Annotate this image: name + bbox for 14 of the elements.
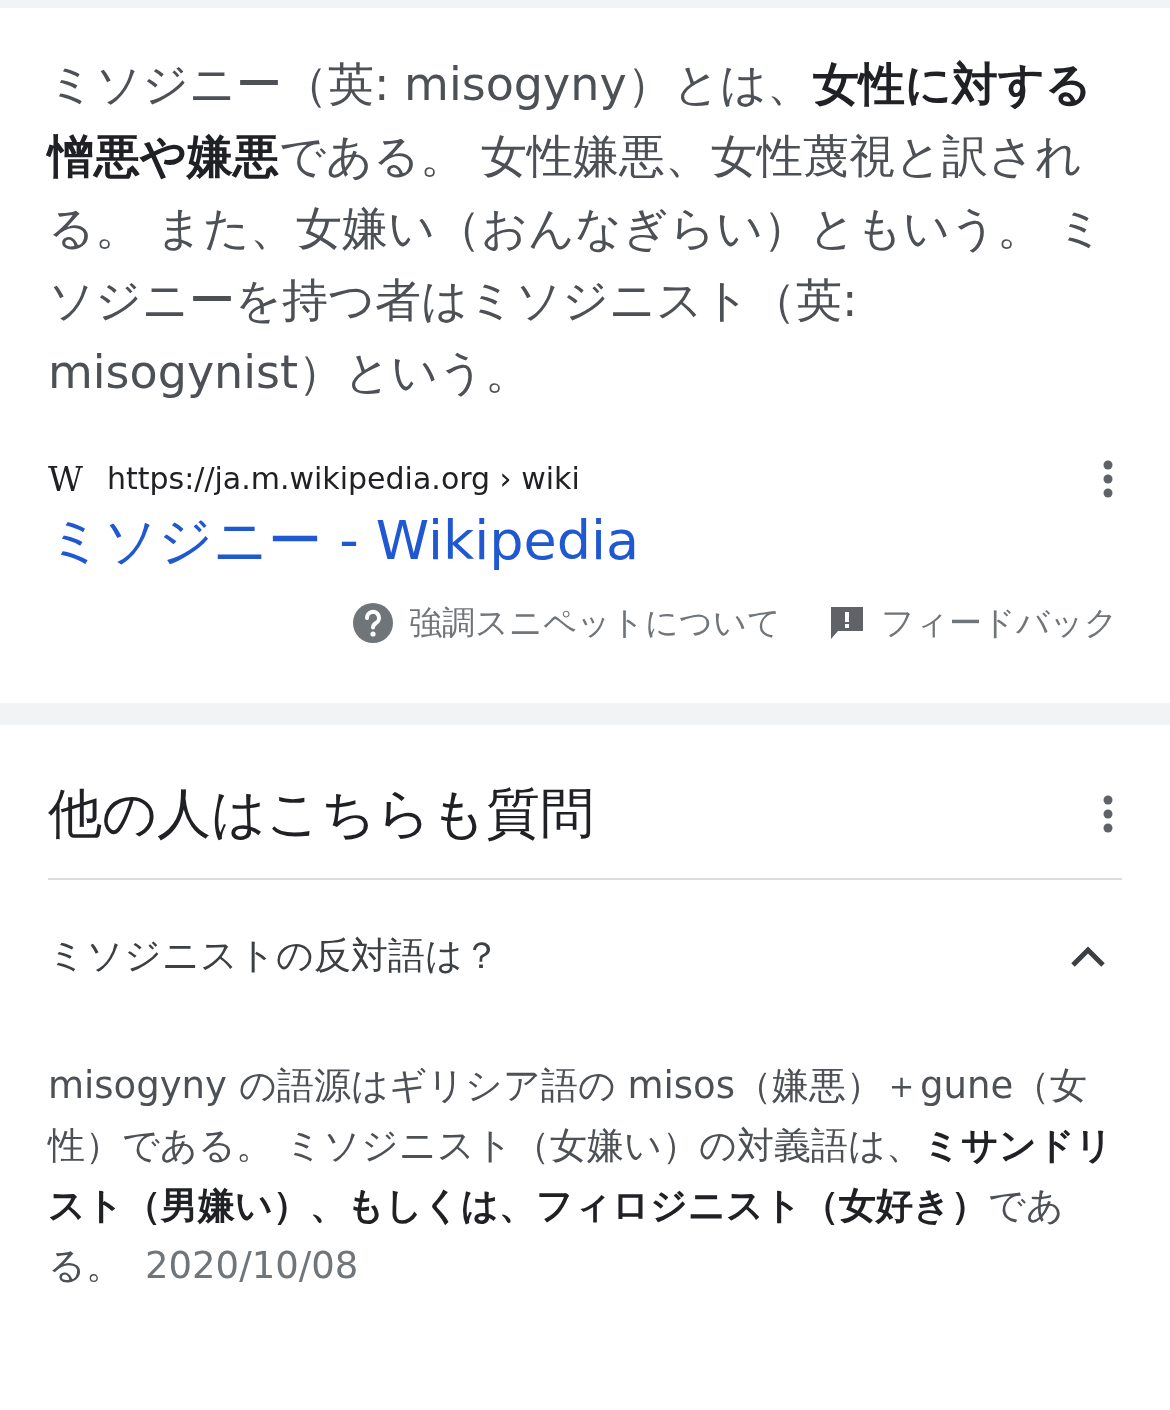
- feedback-icon: [829, 604, 865, 641]
- question-row[interactable]: ミソジニストの反対語は？: [48, 880, 1122, 1032]
- answer-text: misogyny の語源はギリシア語の misos（嫌悪）＋gune（女性）である。 ミソジニスト（女嫌い）の対義語は、ミサンドリスト（男嫌い）、もしくは、フィロジニスト（女好き）である。 2020/10/08: [48, 1062, 1114, 1289]
- url-text: https://ja.m.wikipedia.org › wiki: [106, 460, 581, 498]
- snippet-text: ミソジニー（英: misogyny）とは、女性に対する憎悪や嫌悪である。 女性嫌悪、女性蔑視と訳される。 また、女嫌い（おんなぎらい）ともいう。 ミソジニーを持つ者はミソジニスト（英: misogynist）という。: [48, 56, 1106, 401]
- result-title-link[interactable]: ミソジニー - Wikipedia: [48, 509, 640, 574]
- more-options-icon[interactable]: [1102, 459, 1114, 498]
- help-icon: [353, 602, 393, 643]
- site-logo: W: [48, 461, 83, 496]
- feedback-link[interactable]: フィードバック: [829, 597, 1118, 648]
- chevron-up-icon: [1070, 945, 1106, 968]
- more-options-icon[interactable]: [1102, 794, 1114, 833]
- section-heading: 他の人はこちらも質問: [48, 781, 595, 848]
- about-snippet-link[interactable]: 強調スニペットについて: [353, 597, 781, 648]
